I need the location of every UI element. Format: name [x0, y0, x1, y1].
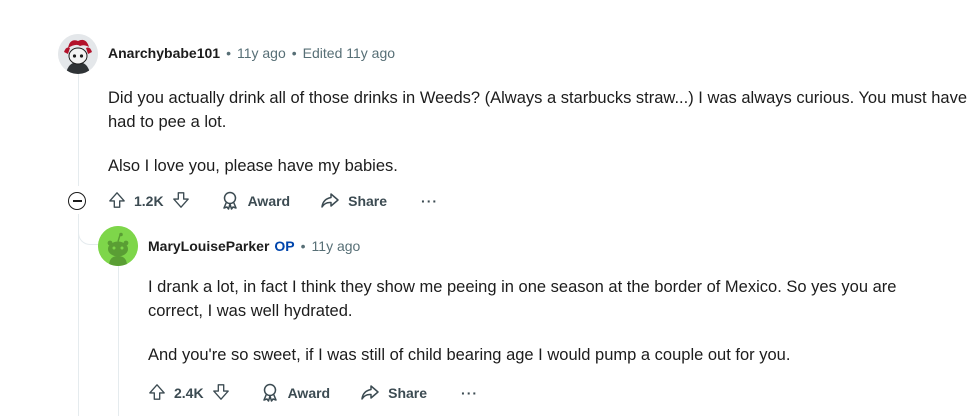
more-options-button[interactable]: ···: [461, 385, 478, 401]
comment-paragraph: Also I love you, please have my babies.: [108, 157, 398, 175]
thread-connector: [78, 214, 99, 245]
separator-dot: •: [291, 45, 297, 61]
share-label: Share: [348, 193, 388, 209]
share-icon: [320, 190, 348, 213]
upvote-icon[interactable]: [108, 191, 126, 212]
separator-dot: •: [226, 45, 231, 61]
share-icon: [360, 382, 388, 405]
comment-paragraph: Did you actually drink all of those drin…: [108, 89, 967, 131]
vote-count: 2.4K: [174, 385, 204, 401]
reply-paragraph: I drank a lot, in fact I think they show…: [148, 278, 897, 320]
thread-line-reply: [78, 214, 79, 416]
author-name[interactable]: MaryLouiseParker: [148, 238, 269, 254]
comment-meta: Anarchybabe101 • 11y ago • Edited 11y ag…: [108, 45, 395, 61]
downvote-icon[interactable]: [172, 191, 190, 212]
reply-meta: MaryLouiseParker OP • 11y ago: [148, 238, 360, 254]
reply-body: I drank a lot, in fact I think they show…: [148, 275, 948, 387]
award-label: Award: [247, 193, 291, 209]
vote-group: 2.4K: [148, 383, 230, 404]
award-button[interactable]: Award: [260, 382, 331, 405]
share-label: Share: [388, 385, 428, 401]
author-name[interactable]: Anarchybabe101: [108, 45, 220, 61]
collapse-icon[interactable]: [68, 192, 86, 210]
comment-body: Did you actually drink all of those drin…: [108, 86, 968, 198]
thread-line-main: [78, 74, 79, 186]
upvote-icon[interactable]: [148, 383, 166, 404]
reply-actions: 2.4K Award Share ···: [148, 383, 478, 403]
timestamp[interactable]: 11y ago: [237, 45, 286, 61]
award-icon: [260, 382, 288, 405]
reply-paragraph: And you're so sweet, if I was still of c…: [148, 346, 791, 364]
vote-group: 1.2K: [108, 191, 190, 212]
avatar[interactable]: [58, 34, 98, 74]
award-label: Award: [287, 385, 331, 401]
vote-count: 1.2K: [134, 193, 164, 209]
share-button[interactable]: Share: [320, 190, 387, 213]
thread-line-reply-children: [118, 266, 119, 416]
timestamp[interactable]: 11y ago: [312, 238, 361, 254]
more-options-button[interactable]: ···: [421, 193, 438, 209]
edited-label: Edited 11y ago: [302, 45, 396, 61]
comment-actions: 1.2K Award Share ···: [108, 191, 438, 211]
share-button[interactable]: Share: [360, 382, 427, 405]
avatar[interactable]: [98, 226, 138, 266]
award-button[interactable]: Award: [220, 190, 291, 213]
award-icon: [220, 190, 248, 213]
separator-dot: •: [300, 238, 306, 254]
downvote-icon[interactable]: [212, 383, 230, 404]
op-badge: OP: [274, 238, 295, 254]
